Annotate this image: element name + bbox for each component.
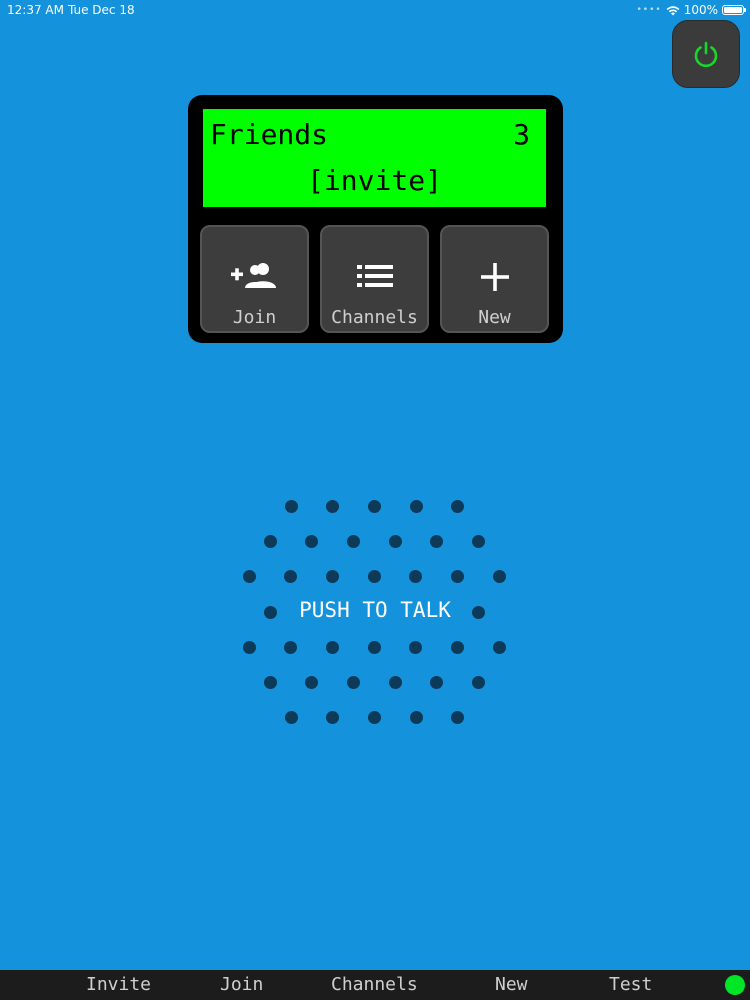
speaker-dot	[284, 569, 298, 583]
speaker-dot	[451, 569, 464, 583]
speaker-dot	[367, 640, 381, 654]
power-button[interactable]	[672, 20, 740, 88]
speaker-dot	[263, 534, 277, 548]
bottom-bar: Invite Join Channels New Test	[0, 970, 750, 1000]
speaker-dot	[242, 640, 256, 654]
speaker-dot	[305, 534, 319, 548]
speaker-dot	[409, 499, 423, 513]
invite-link[interactable]: [invite]	[203, 164, 546, 197]
speaker-dot	[430, 675, 444, 689]
channels-button-label: Channels	[331, 307, 418, 328]
speaker-dot	[326, 710, 340, 724]
join-button-label: Join	[232, 307, 277, 328]
speaker-dot	[326, 499, 340, 513]
channel-name: Friends	[210, 118, 329, 151]
bottom-new[interactable]: New	[495, 974, 528, 995]
speaker-dot	[451, 710, 465, 724]
join-button[interactable]: Join	[200, 225, 309, 333]
battery-percent: 100%	[683, 3, 718, 17]
speaker-dot	[451, 640, 464, 654]
speaker-dot	[367, 569, 381, 583]
lcd-display: Friends 3 [invite]	[203, 109, 546, 207]
speaker-dot	[388, 534, 402, 548]
speaker-dot	[492, 640, 506, 654]
speaker-dot	[305, 675, 319, 689]
battery-icon	[722, 5, 746, 15]
new-button-label: New	[478, 307, 511, 328]
speaker-dot	[367, 710, 381, 724]
person-add-icon	[230, 263, 276, 288]
push-to-talk-button[interactable]: PUSH TO TALK	[240, 495, 510, 735]
speaker-dot	[472, 605, 485, 619]
bottom-test[interactable]: Test	[609, 974, 652, 995]
member-count: 3	[513, 118, 530, 151]
speaker-dot	[409, 640, 423, 654]
speaker-dot	[242, 569, 256, 583]
speaker-dot	[325, 569, 339, 583]
plus-icon	[480, 263, 509, 291]
speaker-dot	[492, 569, 506, 583]
speaker-dot	[284, 640, 298, 654]
speaker-dot	[472, 534, 485, 548]
new-button[interactable]: New	[440, 225, 549, 333]
power-icon	[694, 41, 718, 68]
status-right: •••• 100%	[636, 3, 746, 17]
speaker-dot	[263, 675, 277, 689]
status-led	[725, 975, 745, 995]
wifi-icon	[666, 5, 680, 15]
speaker-dot	[409, 569, 423, 583]
speaker-dot	[367, 499, 381, 513]
bottom-invite[interactable]: Invite	[86, 974, 151, 995]
status-date: Tue Dec 18	[68, 3, 135, 17]
speaker-dot	[346, 534, 360, 548]
speaker-dot	[325, 640, 339, 654]
status-time: 12:37 AM	[7, 3, 64, 17]
radio-panel: Friends 3 [invite] Join Channels New	[188, 95, 563, 343]
speaker-dot	[472, 675, 485, 689]
list-icon	[356, 265, 393, 287]
bottom-channels[interactable]: Channels	[331, 974, 418, 995]
status-bar: 12:37 AM Tue Dec 18 •••• 100%	[0, 0, 750, 20]
speaker-dot	[409, 710, 423, 724]
speaker-dot	[263, 605, 277, 619]
channels-button[interactable]: Channels	[320, 225, 429, 333]
push-to-talk-label: PUSH TO TALK	[299, 598, 451, 622]
speaker-dot	[346, 675, 360, 689]
speaker-dot	[451, 499, 465, 513]
bottom-join[interactable]: Join	[220, 974, 263, 995]
speaker-dot	[430, 534, 444, 548]
speaker-dot	[388, 675, 402, 689]
signal-icon: ••••	[636, 5, 662, 15]
speaker-dot	[284, 710, 298, 724]
speaker-dot	[284, 499, 298, 513]
